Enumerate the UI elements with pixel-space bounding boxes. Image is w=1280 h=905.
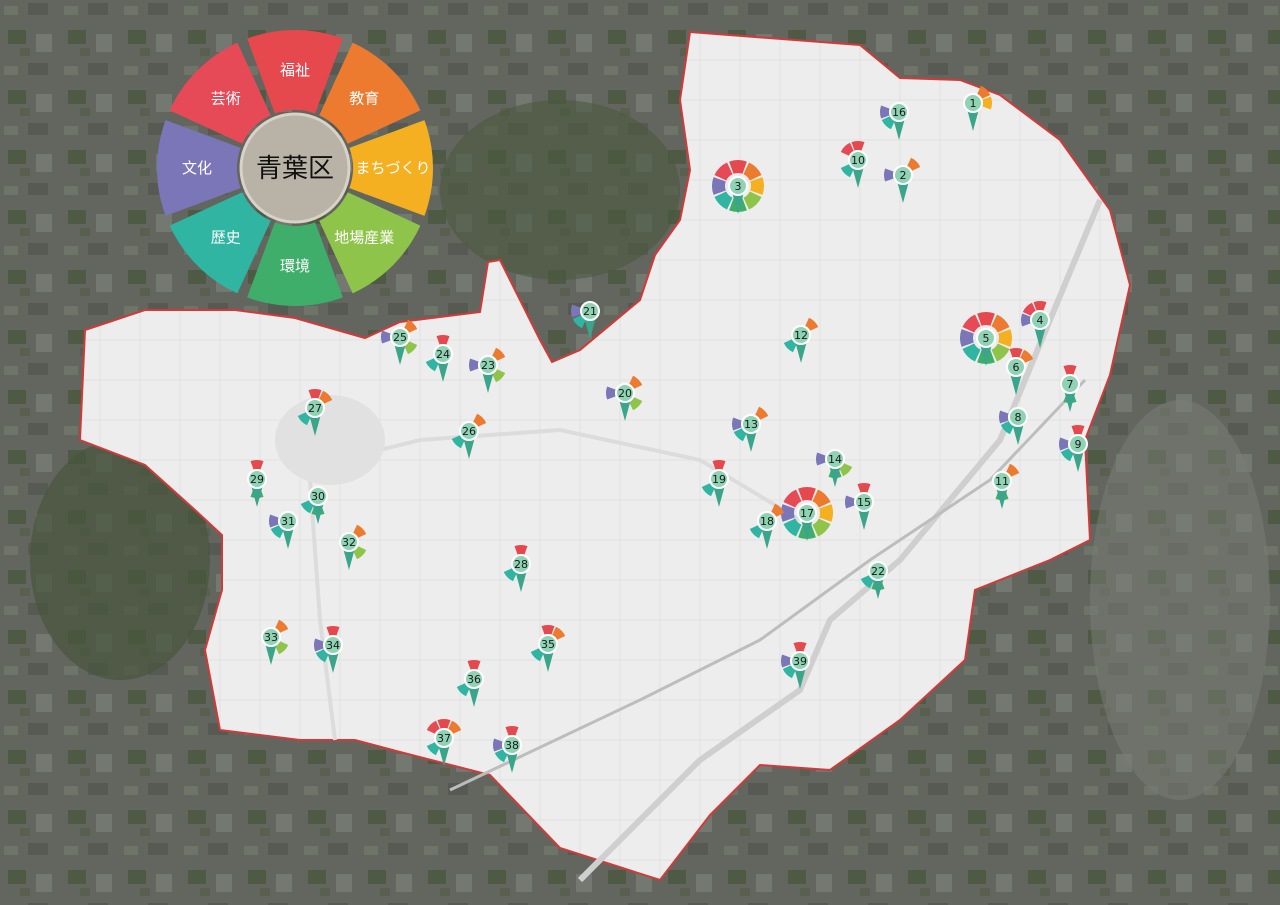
- marker-number: 34: [326, 639, 340, 652]
- marker-number: 5: [983, 332, 990, 345]
- marker-number: 4: [1037, 314, 1044, 327]
- park-area: [275, 395, 385, 485]
- marker-number: 22: [871, 565, 885, 578]
- marker-number: 38: [505, 739, 519, 752]
- marker-number: 10: [851, 154, 865, 167]
- marker-number: 24: [436, 348, 450, 361]
- marker-number: 20: [618, 387, 632, 400]
- marker-number: 2: [900, 169, 907, 182]
- marker-number: 13: [744, 418, 758, 431]
- marker-number: 37: [437, 732, 451, 745]
- wheel-label-environment: 環境: [280, 257, 310, 275]
- wheel-label-education: 教育: [349, 90, 379, 108]
- marker-number: 12: [794, 329, 808, 342]
- marker-number: 35: [541, 638, 555, 651]
- marker-number: 19: [712, 473, 726, 486]
- aerial-forest: [440, 100, 680, 280]
- marker-number: 31: [281, 515, 295, 528]
- marker-number: 14: [828, 453, 842, 466]
- marker-number: 21: [583, 305, 597, 318]
- wheel-label-industry: 地場産業: [334, 228, 394, 246]
- wheel-label-history: 歴史: [211, 228, 241, 246]
- marker-number: 7: [1067, 378, 1074, 391]
- map-stage: 福祉 教育 まちづくり 地場産業 環境 歴史 文化 芸術 青葉区 1 2 3 4 5 6 7 8 9 10 11 12…: [0, 0, 1280, 905]
- marker-number: 39: [793, 655, 807, 668]
- wheel-label-culture: 文化: [182, 159, 212, 177]
- marker-number: 28: [514, 558, 528, 571]
- marker-number: 23: [481, 359, 495, 372]
- marker-number: 29: [250, 473, 264, 486]
- marker-number: 17: [800, 507, 814, 520]
- marker-number: 32: [342, 536, 356, 549]
- marker-number: 36: [467, 673, 481, 686]
- wheel-label-town: まちづくり: [355, 159, 430, 177]
- marker-number: 16: [892, 106, 906, 119]
- category-wheel-legend: 福祉教育まちづくり地場産業環境 歴史 文化 芸術青葉区: [156, 29, 434, 307]
- wheel-label-welfare: 福祉: [280, 61, 310, 79]
- map-canvas[interactable]: 福祉教育まちづくり地場産業環境歴史文化芸術青葉区 123456789101112…: [0, 0, 1280, 905]
- marker-number: 18: [760, 515, 774, 528]
- aerial-urban: [1090, 400, 1270, 800]
- wheel-label-art: 芸術: [211, 90, 241, 108]
- marker-number: 33: [264, 631, 278, 644]
- marker-number: 26: [462, 425, 476, 438]
- marker-number: 1: [970, 97, 977, 110]
- marker-number: 27: [308, 402, 322, 415]
- marker-number: 9: [1075, 438, 1082, 451]
- marker-number: 25: [393, 331, 407, 344]
- marker-number: 8: [1015, 411, 1022, 424]
- marker-number: 11: [995, 475, 1009, 488]
- marker-number: 30: [311, 490, 325, 503]
- ward-name: 青葉区: [256, 154, 334, 184]
- marker-number: 6: [1013, 361, 1020, 374]
- marker-number: 15: [857, 496, 871, 509]
- marker-number: 3: [735, 180, 742, 193]
